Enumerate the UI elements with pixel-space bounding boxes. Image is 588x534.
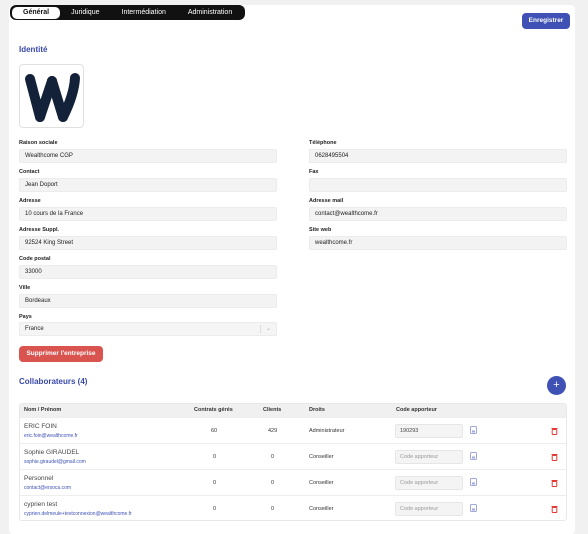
- identity-title: Identité: [19, 45, 48, 54]
- company-logo[interactable]: [19, 64, 84, 128]
- collaborators-table: Nom / Prénom Contrats gérés Clients Droi…: [19, 403, 567, 521]
- contact-label: Contact: [19, 169, 40, 175]
- trash-icon[interactable]: [551, 453, 558, 461]
- adresse-input[interactable]: 10 cours de la France: [19, 207, 277, 221]
- collaborator-email[interactable]: eric.foin@wealthcome.fr: [24, 433, 78, 439]
- select-separator: [260, 325, 261, 333]
- tab-administration[interactable]: Administration: [177, 7, 243, 19]
- tab-juridique[interactable]: Juridique: [60, 7, 110, 19]
- adresse-suppl-label: Adresse Suppl.: [19, 227, 60, 233]
- tab-bar: Général Juridique Intermédiation Adminis…: [10, 5, 246, 20]
- collaborator-rights: Conseiller: [309, 506, 334, 512]
- save-icon[interactable]: [470, 504, 477, 512]
- collaborator-email[interactable]: sophie.giraudel@gmail.com: [24, 459, 86, 465]
- code-postal-input[interactable]: 33000: [19, 265, 277, 279]
- collaborator-email[interactable]: contact@ersoca.com: [24, 485, 71, 491]
- table-row[interactable]: ERIC FOIN eric.foin@wealthcome.fr 60 429…: [20, 417, 566, 443]
- tab-general[interactable]: Général: [12, 6, 61, 19]
- collaborators-title: Collaborateurs (4): [19, 377, 88, 386]
- add-collaborator-button[interactable]: +: [547, 376, 566, 395]
- pays-label: Pays: [19, 314, 32, 320]
- save-icon[interactable]: [470, 452, 477, 460]
- raison-sociale-label: Raison sociale: [19, 140, 58, 146]
- table-header: Nom / Prénom Contrats gérés Clients Droi…: [20, 404, 566, 417]
- collaborator-contracts: 0: [213, 480, 217, 486]
- table-row[interactable]: cyprien test cyprien.delmeule+testconnex…: [20, 495, 566, 520]
- wealthcome-logo-icon: [24, 73, 80, 122]
- contact-input[interactable]: Jean Doport: [19, 178, 277, 192]
- ville-label: Ville: [19, 285, 31, 291]
- code-apporteur-input[interactable]: Code apporteur: [395, 476, 463, 490]
- save-icon[interactable]: [470, 478, 477, 486]
- pays-select[interactable]: France ⌄: [19, 322, 277, 336]
- code-apporteur-input[interactable]: Code apporteur: [395, 502, 463, 516]
- table-row[interactable]: Sophie GIRAUDEL sophie.giraudel@gmail.co…: [20, 443, 566, 469]
- collaborator-name: ERIC FOIN: [24, 423, 57, 430]
- delete-company-button[interactable]: Supprimer l'entreprise: [19, 346, 103, 362]
- collaborator-rights: Conseiller: [309, 454, 334, 460]
- collaborator-rights: Administrateur: [309, 428, 345, 434]
- fax-input[interactable]: [309, 178, 567, 192]
- chevron-down-icon: ⌄: [265, 326, 271, 332]
- trash-icon[interactable]: [551, 479, 558, 487]
- site-web-label: Site web: [309, 227, 332, 233]
- collaborator-rights: Conseiller: [309, 480, 334, 486]
- collaborator-clients: 429: [268, 428, 278, 434]
- code-apporteur-input[interactable]: Code apporteur: [395, 450, 463, 464]
- collaborator-clients: 0: [271, 480, 275, 486]
- header-code[interactable]: Code apporteur: [396, 407, 437, 413]
- tab-intermediation[interactable]: Intermédiation: [111, 7, 177, 19]
- adresse-label: Adresse: [19, 198, 41, 204]
- table-row[interactable]: Personnel contact@ersoca.com 0 0 Conseil…: [20, 469, 566, 495]
- adresse-mail-label: Adresse mail: [309, 198, 344, 204]
- collaborator-name: cyprien test: [24, 501, 58, 508]
- trash-icon[interactable]: [551, 505, 558, 513]
- collaborator-contracts: 0: [213, 454, 217, 460]
- header-name[interactable]: Nom / Prénom: [24, 407, 61, 413]
- collaborator-contracts: 0: [213, 506, 217, 512]
- collaborator-name: Personnel: [24, 475, 54, 482]
- site-web-input[interactable]: wealthcome.fr: [309, 236, 567, 250]
- header-clients[interactable]: Clients: [263, 407, 281, 413]
- collaborator-clients: 0: [271, 454, 275, 460]
- telephone-input[interactable]: 0628495504: [309, 149, 567, 163]
- ville-input[interactable]: Bordeaux: [19, 294, 277, 308]
- save-icon[interactable]: [470, 426, 477, 434]
- save-button[interactable]: Enregistrer: [522, 13, 570, 29]
- header-rights[interactable]: Droits: [309, 407, 325, 413]
- adresse-mail-input[interactable]: contact@wealthcome.fr: [309, 207, 567, 221]
- code-apporteur-input[interactable]: 190293: [395, 424, 463, 438]
- raison-sociale-input[interactable]: Wealthcome CGP: [19, 149, 277, 163]
- collaborator-contracts: 60: [211, 428, 218, 434]
- header-contracts[interactable]: Contrats gérés: [194, 407, 233, 413]
- adresse-suppl-input[interactable]: 92524 King Street: [19, 236, 277, 250]
- trash-icon[interactable]: [551, 427, 558, 435]
- collaborator-name: Sophie GIRAUDEL: [24, 449, 80, 456]
- collaborator-email[interactable]: cyprien.delmeule+testconnexion@wealthcom…: [24, 511, 132, 517]
- pays-value: France: [25, 326, 44, 332]
- code-postal-label: Code postal: [19, 256, 51, 262]
- telephone-label: Téléphone: [309, 140, 337, 146]
- fax-label: Fax: [309, 169, 319, 175]
- collaborator-clients: 0: [271, 506, 275, 512]
